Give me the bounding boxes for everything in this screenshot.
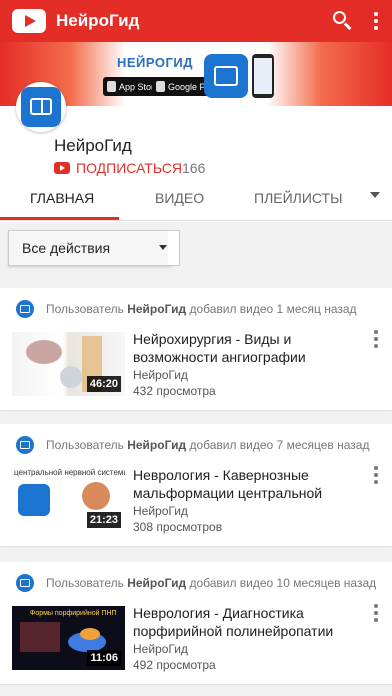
tab-playlists[interactable]: ПЛЕЙЛИСТЫ bbox=[254, 190, 343, 206]
activity-text: Пользователь НейроГид добавил видео 1 ме… bbox=[46, 302, 357, 316]
video-views: 308 просмотров bbox=[133, 520, 223, 534]
channel-activity-icon bbox=[16, 436, 34, 454]
video-title[interactable]: Нейрохирургия - Виды и возможности ангио… bbox=[133, 330, 363, 366]
channel-activity-icon bbox=[16, 574, 34, 592]
apple-icon bbox=[107, 81, 116, 92]
video-channel: НейроГид bbox=[133, 504, 188, 518]
banner-app-icon bbox=[204, 54, 248, 98]
youtube-subscribe-icon[interactable] bbox=[54, 162, 70, 174]
activity-text: Пользователь НейроГид добавил видео 10 м… bbox=[46, 576, 377, 590]
chevron-down-icon bbox=[159, 245, 167, 250]
feed-item[interactable]: Пользователь НейроГид добавил видео 10 м… bbox=[0, 562, 392, 684]
thumbnail-caption: Формы порфирийной ПНП bbox=[30, 610, 117, 617]
video-channel: НейроГид bbox=[133, 368, 188, 382]
video-options-button[interactable] bbox=[370, 466, 382, 486]
video-duration: 21:23 bbox=[86, 512, 121, 528]
activity-filter-select[interactable]: Все действия bbox=[8, 230, 172, 266]
play-store-icon bbox=[156, 81, 165, 92]
video-views: 432 просмотра bbox=[133, 384, 216, 398]
channel-name: НейроГид bbox=[54, 136, 132, 155]
overflow-menu-button[interactable] bbox=[368, 10, 384, 32]
video-duration: 46:20 bbox=[86, 376, 121, 392]
video-title[interactable]: Неврология - Кавернозные мальформации це… bbox=[133, 466, 363, 502]
feed-item[interactable]: Пользователь НейроГид добавил видео 7 ме… bbox=[0, 424, 392, 546]
tab-videos[interactable]: ВИДЕО bbox=[155, 190, 204, 206]
presenter-image bbox=[82, 482, 110, 510]
video-thumbnail[interactable]: 46:20 bbox=[12, 332, 125, 396]
app-title: НейроГид bbox=[56, 11, 140, 30]
video-options-button[interactable] bbox=[370, 330, 382, 350]
video-channel: НейроГид bbox=[133, 642, 188, 656]
video-thumbnail[interactable]: центральной нервной системы 21:23 bbox=[12, 468, 125, 532]
tabs-overflow-chevron-down-icon[interactable] bbox=[370, 192, 380, 198]
book-icon bbox=[18, 484, 50, 516]
video-options-button[interactable] bbox=[370, 604, 382, 624]
subscriber-count: 166 bbox=[182, 160, 206, 176]
feed-item[interactable]: Пользователь НейроГид добавил видео 1 ме… bbox=[0, 288, 392, 410]
thumbnail-caption: центральной нервной системы bbox=[14, 468, 125, 477]
phone-mockup-image bbox=[252, 54, 274, 98]
tab-home[interactable]: ГЛАВНАЯ bbox=[30, 190, 94, 206]
video-thumbnail[interactable]: Формы порфирийной ПНП 11:06 bbox=[12, 606, 125, 670]
channel-activity-icon bbox=[16, 300, 34, 318]
book-icon bbox=[214, 66, 238, 86]
app-bar: НейроГид bbox=[0, 0, 392, 42]
filter-selected-value: Все действия bbox=[22, 240, 111, 256]
brain-angiography-image bbox=[26, 340, 62, 364]
book-icon bbox=[30, 98, 52, 115]
search-button[interactable] bbox=[330, 8, 356, 34]
video-duration: 11:06 bbox=[87, 650, 121, 666]
video-title[interactable]: Неврология - Диагностика порфирийной пол… bbox=[133, 604, 363, 640]
youtube-logo-icon bbox=[12, 9, 46, 33]
activity-text: Пользователь НейроГид добавил видео 7 ме… bbox=[46, 438, 370, 452]
channel-avatar bbox=[16, 82, 66, 132]
video-views: 492 просмотра bbox=[133, 658, 216, 672]
subscribe-button[interactable]: ПОДПИСАТЬСЯ bbox=[76, 160, 182, 176]
search-icon bbox=[333, 11, 346, 24]
banner-title: НЕЙРОГИД bbox=[117, 55, 193, 70]
